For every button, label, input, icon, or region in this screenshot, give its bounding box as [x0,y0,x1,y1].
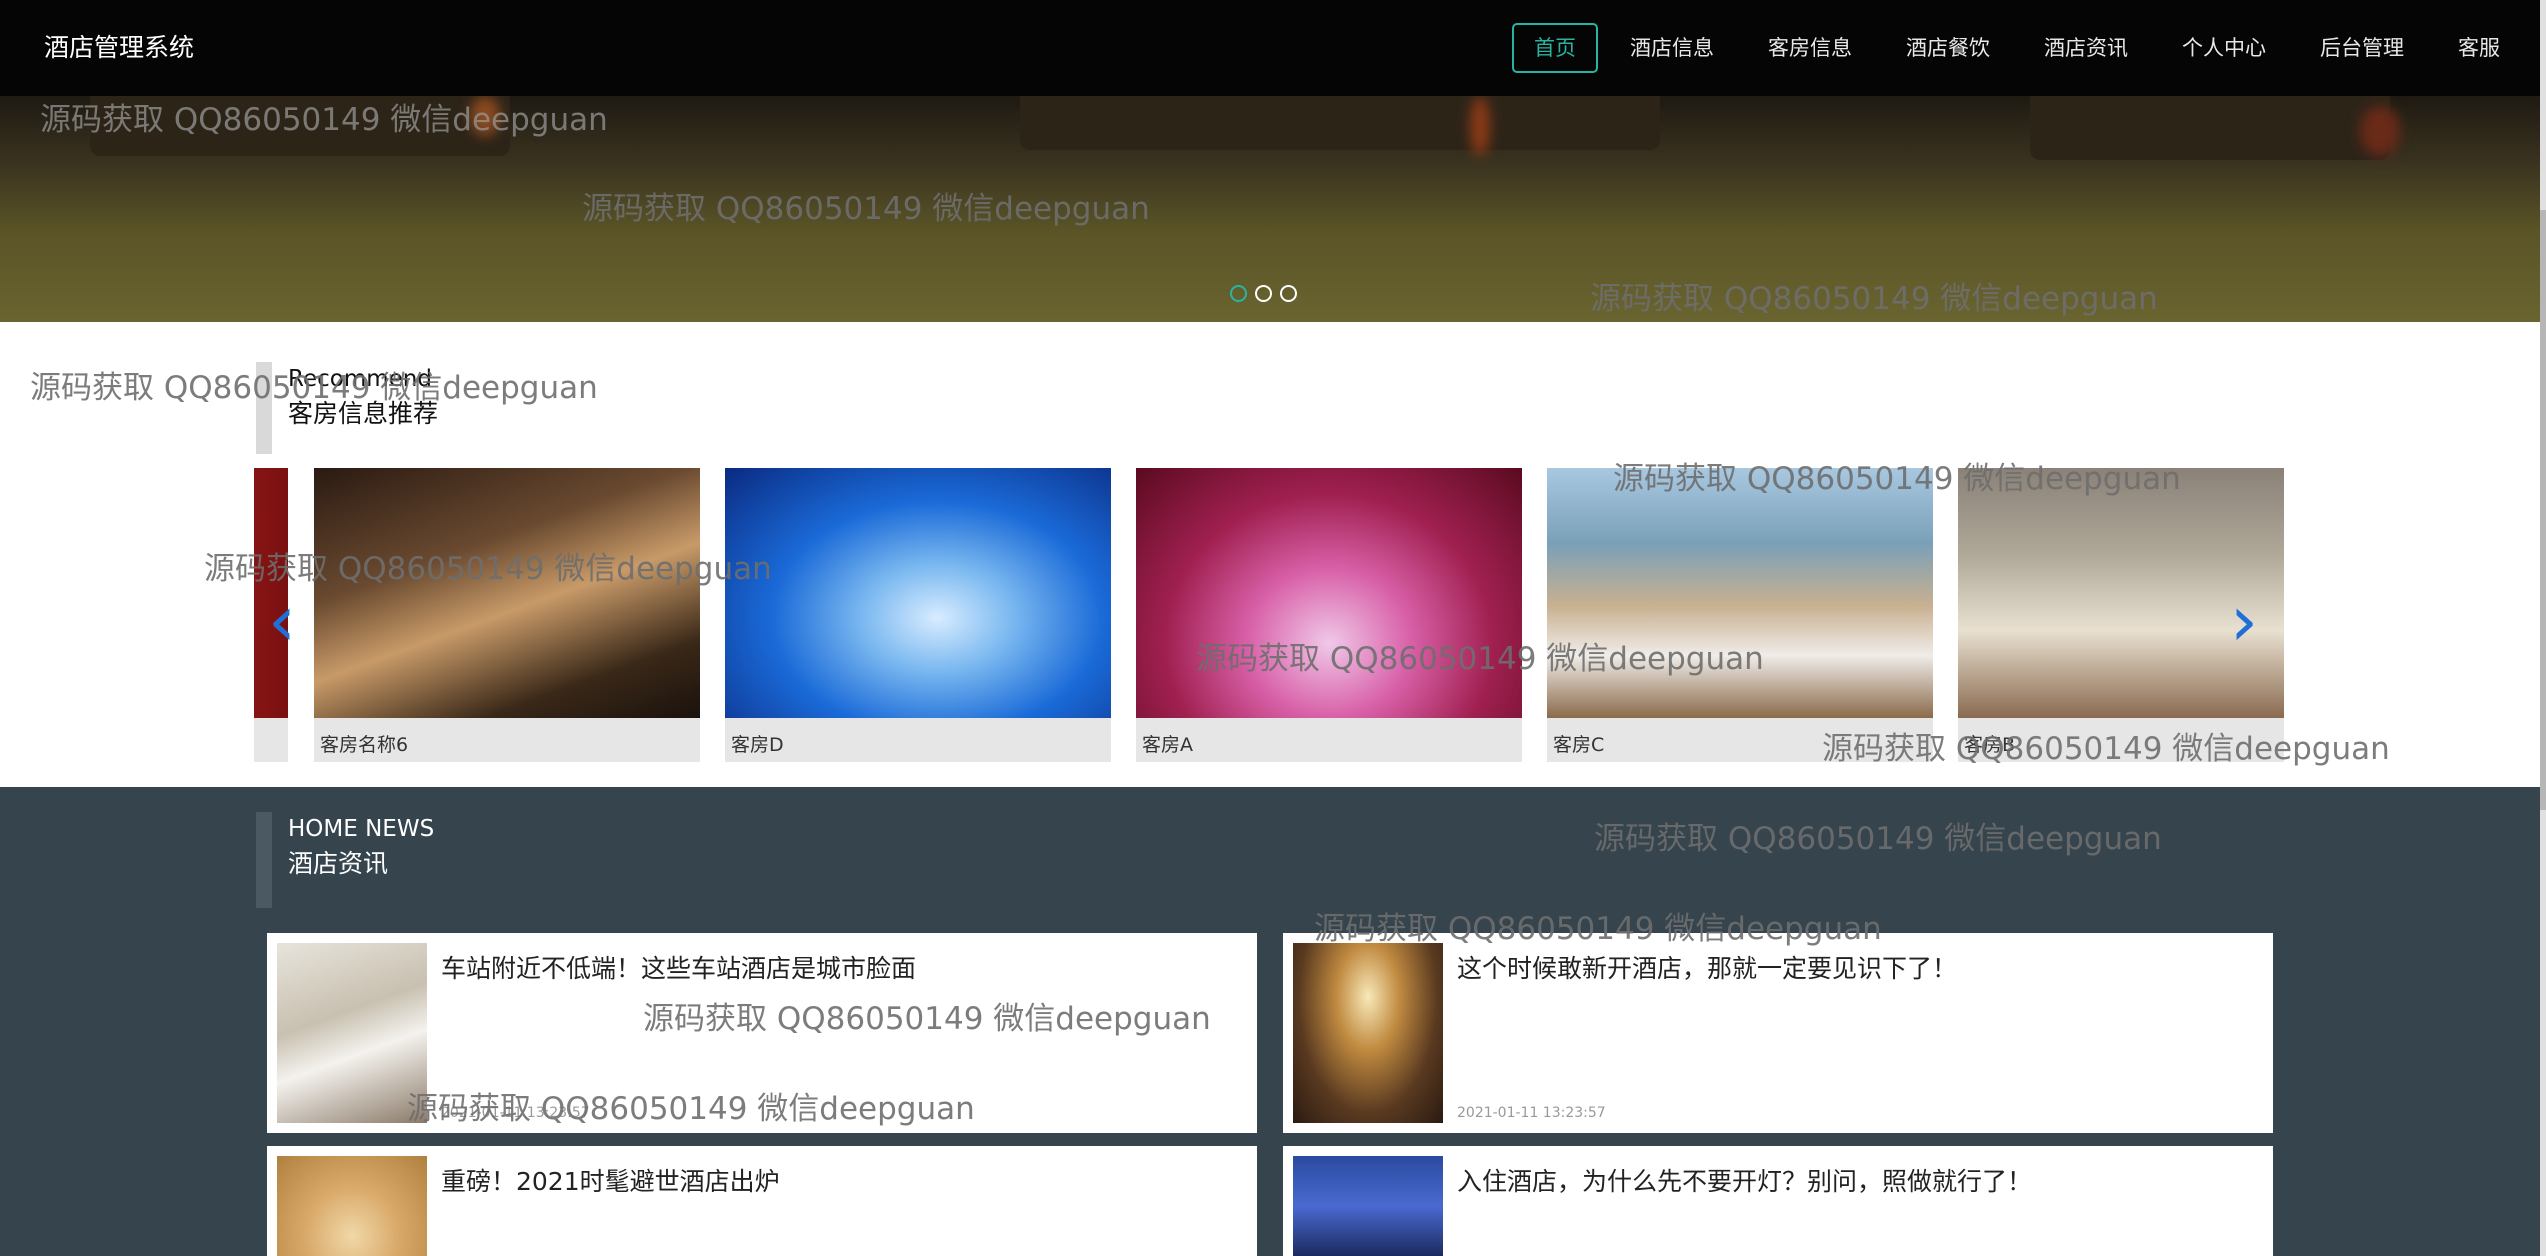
chevron-right-icon[interactable]: › [2230,586,2258,656]
news-card[interactable]: 车站附近不低端！这些车站酒店是城市脸面 2021-01-11 13:23:57 [267,933,1257,1133]
recommend-title-cn: 客房信息推荐 [288,399,439,428]
nav-customer-service[interactable]: 客服 [2436,23,2522,73]
news-section-title: HOME NEWS 酒店资讯 [256,812,434,908]
room-name: 客房A [1142,734,1193,756]
news-thumbnail [277,1156,427,1256]
room-name: 客房C [1553,734,1605,756]
room-card[interactable]: 客房D [725,468,1111,762]
room-image [725,468,1111,718]
carousel-indicators [1230,285,1297,302]
news-date: 2021-01-11 13:23:57 [1457,1105,1606,1121]
banner-carousel[interactable] [0,96,2540,322]
room-card[interactable]: 客房名称6 [314,468,700,762]
room-name: 客房D [731,734,784,756]
room-name: 客房名称6 [320,734,409,756]
room-image [1547,468,1933,718]
room-carousel: 客房名称6 客房D 客房A 客房C 客房B ‹ › [254,468,2284,762]
scrollbar-thumb[interactable] [2540,210,2546,810]
news-card[interactable]: 这个时候敢新开酒店，那就一定要见识下了！ 2021-01-11 13:23:57 [1283,933,2273,1133]
recommend-title-en: Recommend [288,366,432,392]
news-title-cn: 酒店资讯 [288,849,389,878]
room-image [1136,468,1522,718]
news-thumbnail [1293,1156,1443,1256]
banner-light [470,96,500,136]
room-card[interactable]: 客房C [1547,468,1933,762]
nav-home[interactable]: 首页 [1512,23,1598,73]
news-thumbnail [277,943,427,1123]
nav-admin[interactable]: 后台管理 [2298,23,2426,73]
news-card[interactable]: 入住酒店，为什么先不要开灯？别问，照做就行了！ [1283,1146,2273,1256]
carousel-dot[interactable] [1230,285,1247,302]
banner-light [1470,96,1490,156]
site-brand[interactable]: 酒店管理系统 [44,0,194,96]
room-name: 客房B [1964,734,2016,756]
banner-image-detail [2030,96,2390,160]
chevron-left-icon[interactable]: ‹ [268,586,296,656]
nav-personal-center[interactable]: 个人中心 [2160,23,2288,73]
banner-light [2360,106,2400,156]
recommend-section-title: Recommend 客房信息推荐 [256,362,438,454]
nav-dining[interactable]: 酒店餐饮 [1884,23,2012,73]
news-headline[interactable]: 重磅！2021时髦避世酒店出炉 [441,1162,780,1198]
news-headline[interactable]: 车站附近不低端！这些车站酒店是城市脸面 [441,949,916,985]
nav-news[interactable]: 酒店资讯 [2022,23,2150,73]
carousel-dot[interactable] [1280,285,1297,302]
news-headline[interactable]: 入住酒店，为什么先不要开灯？别问，照做就行了！ [1457,1162,2032,1198]
room-image [314,468,700,718]
room-card[interactable]: 客房A [1136,468,1522,762]
news-date: 2021-01-11 13:23:57 [441,1105,590,1121]
nav-room-info[interactable]: 客房信息 [1746,23,1874,73]
main-nav: 首页 酒店信息 客房信息 酒店餐饮 酒店资讯 个人中心 后台管理 客服 [1502,0,2546,96]
news-card[interactable]: 重磅！2021时髦避世酒店出炉 [267,1146,1257,1256]
news-title-en: HOME NEWS [288,816,435,842]
banner-image-detail [90,96,510,156]
top-navbar: 酒店管理系统 首页 酒店信息 客房信息 酒店餐饮 酒店资讯 个人中心 后台管理 … [0,0,2546,96]
page-scrollbar[interactable] [2540,0,2546,1256]
news-headline[interactable]: 这个时候敢新开酒店，那就一定要见识下了！ [1457,949,1957,985]
banner-image-detail [1020,96,1660,150]
nav-hotel-info[interactable]: 酒店信息 [1608,23,1736,73]
carousel-dot[interactable] [1255,285,1272,302]
news-thumbnail [1293,943,1443,1123]
